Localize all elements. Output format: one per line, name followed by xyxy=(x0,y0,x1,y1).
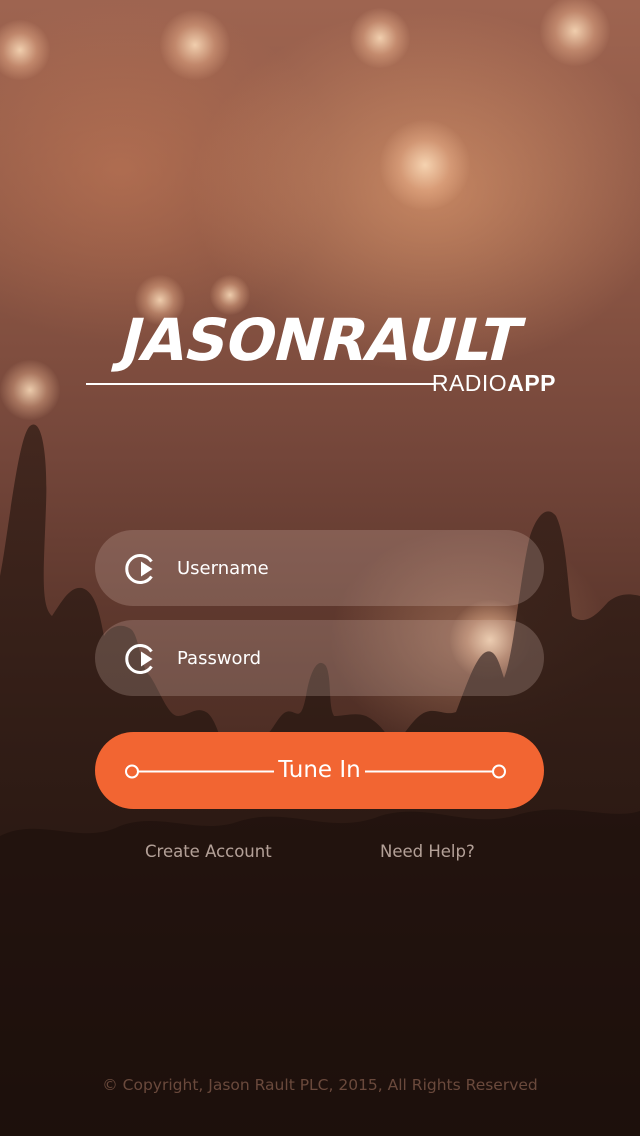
tune-in-button[interactable]: Tune In xyxy=(95,732,544,809)
logo-underline xyxy=(86,383,434,385)
stage-light xyxy=(0,20,50,80)
logo-subtitle-light: RADIO xyxy=(431,370,508,396)
logo-subtitle: RADIOAPP xyxy=(432,370,556,396)
username-input[interactable] xyxy=(177,530,517,606)
password-field[interactable] xyxy=(95,620,544,696)
brand-logo: JASONRAULT RADIOAPP xyxy=(86,306,556,400)
stage-light xyxy=(540,0,610,66)
username-field[interactable] xyxy=(95,530,544,606)
stage-light xyxy=(0,360,60,420)
tune-in-label-wrap: Tune In xyxy=(95,732,544,809)
tune-in-label: Tune In xyxy=(274,757,365,783)
logo-subtitle-bold: APP xyxy=(507,370,556,396)
stage-light xyxy=(380,120,470,210)
login-screen: JASONRAULT RADIOAPP Tune In Create Accou… xyxy=(0,0,640,1136)
copyright-text: © Copyright, Jason Rault PLC, 2015, All … xyxy=(102,1076,538,1094)
logo-title: JASONRAULT xyxy=(113,306,529,374)
need-help-link[interactable]: Need Help? xyxy=(380,840,475,864)
create-account-link[interactable]: Create Account xyxy=(145,840,272,864)
password-input[interactable] xyxy=(177,620,517,696)
stage-light xyxy=(350,8,410,68)
play-circle-icon xyxy=(125,554,153,584)
stage-light xyxy=(160,10,230,80)
play-circle-icon xyxy=(125,644,153,674)
